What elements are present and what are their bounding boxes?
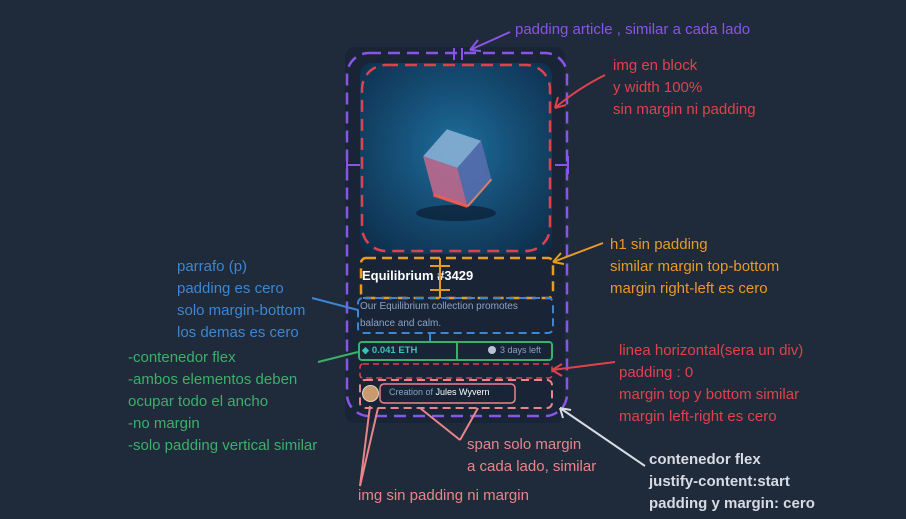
note-footer-flex: contenedor flex justify-content:start pa… — [649, 451, 815, 512]
flex-container-box — [358, 341, 553, 361]
paragraph-box — [357, 297, 554, 334]
note-span: span solo margin a cada lado, similar — [467, 436, 597, 475]
image-box — [360, 63, 552, 253]
note-h1: h1 sin padding similar margin top-bottom… — [610, 236, 780, 297]
article-padding-box — [345, 51, 569, 418]
diagram-canvas: Equilibrium #3429 Our Equilibrium collec… — [0, 0, 906, 519]
note-flex-container: -contenedor flex -ambos elementos deben … — [128, 349, 318, 454]
note-padding-article: padding article , similar a cada lado — [515, 21, 751, 38]
h1-box — [359, 256, 555, 300]
note-parrafo: parrafo (p) padding es cero solo margin-… — [177, 258, 306, 341]
divider-box — [359, 363, 553, 379]
note-linea: linea horizontal(sera un div) padding : … — [619, 342, 804, 425]
note-img-avatar: img sin padding ni margin — [358, 487, 529, 504]
span-box — [379, 383, 516, 404]
note-img: img en block y width 100% sin margin ni … — [613, 57, 756, 118]
